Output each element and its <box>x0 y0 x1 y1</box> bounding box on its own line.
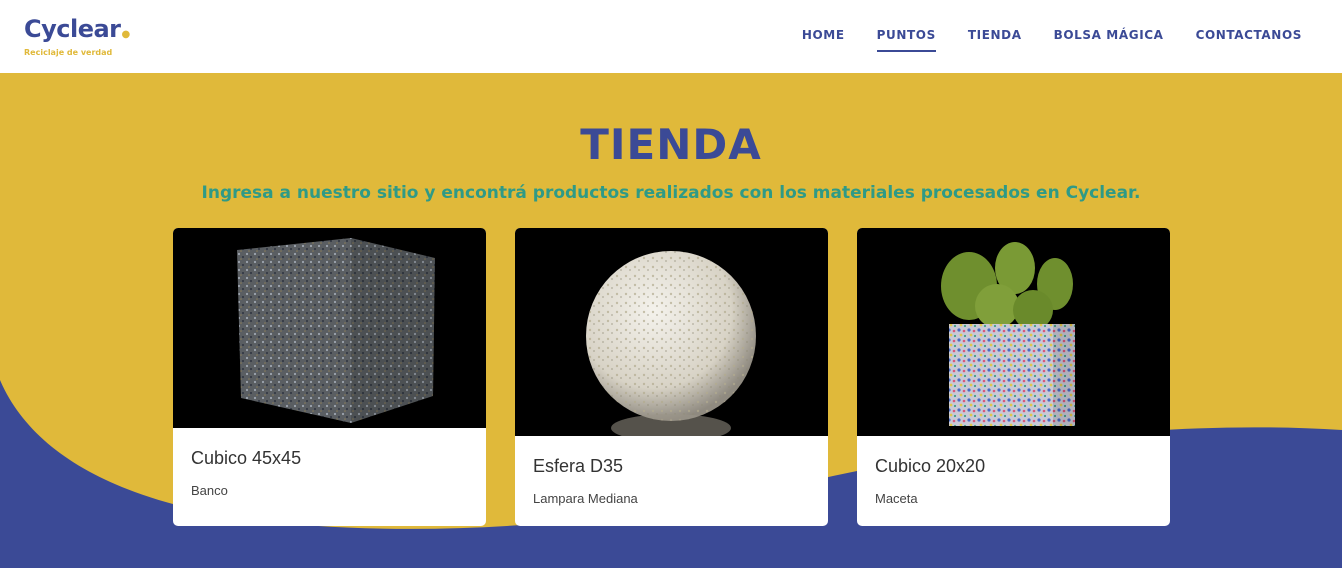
product-title: Esfera D35 <box>533 456 624 476</box>
product-subtitle: Banco <box>191 483 228 498</box>
main-nav: HOME PUNTOS TIENDA BOLSA MÁGICA CONTACTA… <box>802 28 1302 52</box>
product-subtitle: Maceta <box>875 491 918 506</box>
speckled-cube-image <box>173 228 486 428</box>
section-subtitle: Ingresa a nuestro sitio y encontrá produ… <box>201 183 1141 203</box>
product-card[interactable]: Cubico 45x45 Banco <box>173 228 486 526</box>
logo[interactable]: Cyclear● Reciclaje de verdad <box>24 14 130 57</box>
product-card[interactable]: Cubico 20x20 Maceta <box>857 228 1170 526</box>
product-title: Cubico 45x45 <box>191 448 302 468</box>
cactus-planter-image <box>857 228 1170 436</box>
product-subtitle: Lampara Mediana <box>533 491 638 506</box>
nav-puntos[interactable]: PUNTOS <box>876 28 937 52</box>
navbar: Cyclear● Reciclaje de verdad HOME PUNTOS… <box>0 0 1342 73</box>
logo-dot-icon: ● <box>121 29 131 40</box>
product-title: Cubico 20x20 <box>875 456 986 476</box>
nav-home[interactable]: HOME <box>802 28 845 42</box>
speckled-sphere-image <box>515 228 828 442</box>
product-card[interactable]: Esfera D35 Lampara Mediana <box>515 228 828 526</box>
nav-tienda[interactable]: TIENDA <box>968 28 1022 42</box>
nav-contactanos[interactable]: CONTACTANOS <box>1196 28 1302 42</box>
logo-name: Cyclear <box>24 15 121 43</box>
nav-bolsa-magica[interactable]: BOLSA MÁGICA <box>1054 28 1164 42</box>
section-title: TIENDA <box>580 120 762 169</box>
